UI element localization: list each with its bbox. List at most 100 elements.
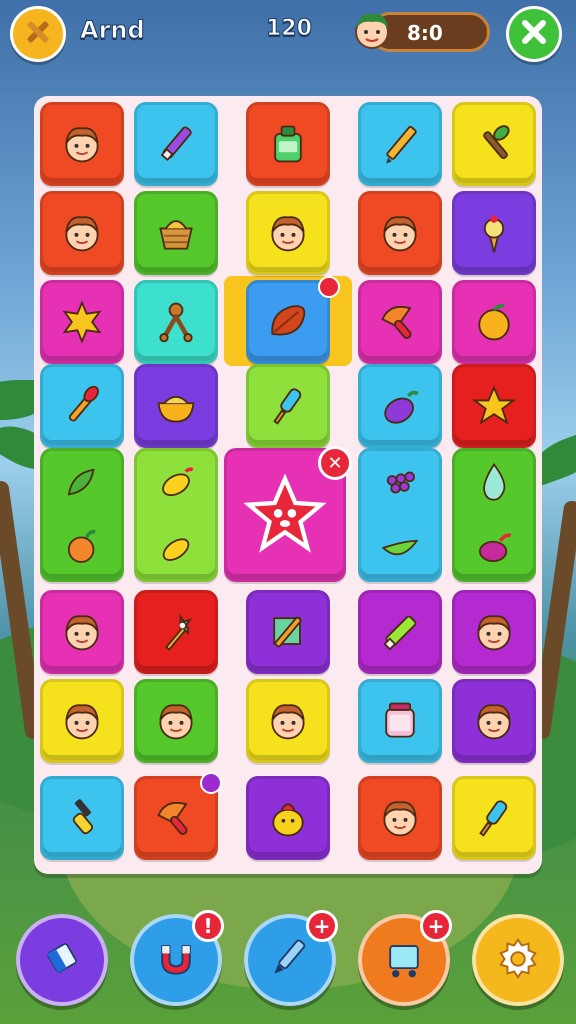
board-tile[interactable] <box>134 191 218 275</box>
face-icon <box>59 210 105 256</box>
glue-tube-icon <box>377 609 423 655</box>
board-tile[interactable] <box>134 102 218 186</box>
remove-badge[interactable]: ✕ <box>318 446 352 480</box>
board-tile[interactable] <box>40 102 124 186</box>
cart-icon <box>381 935 427 985</box>
leaf-icon <box>265 299 311 345</box>
carrot-icon <box>60 525 104 569</box>
top-bar: Arnd 120 8:0 <box>0 0 576 74</box>
board-tile[interactable] <box>452 191 536 275</box>
face-icon <box>471 698 517 744</box>
beet-icon <box>472 525 516 569</box>
face-icon <box>265 210 311 256</box>
add-badge[interactable]: + <box>420 910 452 942</box>
eraser-powerup-button[interactable] <box>16 914 108 1006</box>
pen-powerup-button[interactable]: + <box>244 910 338 1006</box>
notification-dot <box>200 772 222 794</box>
frame-brush-icon <box>265 609 311 655</box>
board-tile[interactable] <box>452 590 536 674</box>
board-tile[interactable] <box>246 776 330 860</box>
face-icon <box>59 609 105 655</box>
board-tile[interactable] <box>358 191 442 275</box>
face-icon <box>59 698 105 744</box>
bowl-icon <box>153 383 199 429</box>
menu-button[interactable] <box>10 6 66 62</box>
jar-icon <box>377 698 423 744</box>
board-tile[interactable] <box>40 364 124 448</box>
peas-icon <box>378 525 422 569</box>
settings-icon <box>494 934 542 986</box>
lemon-icon <box>154 461 198 505</box>
popsicle-icon <box>265 383 311 429</box>
board-tile[interactable] <box>358 364 442 448</box>
pinwheel-icon <box>153 609 199 655</box>
face-icon <box>265 698 311 744</box>
starfish-icon <box>242 472 328 558</box>
settings-button[interactable] <box>472 914 564 1006</box>
drop-icon <box>472 461 516 505</box>
board-tile[interactable] <box>40 448 124 582</box>
notification-dot <box>318 276 340 298</box>
board-tile[interactable] <box>358 679 442 763</box>
score-value: 120 <box>266 16 313 42</box>
board-tile[interactable] <box>452 280 536 364</box>
paint-brush-icon <box>471 121 517 167</box>
board-tile[interactable] <box>40 280 124 364</box>
level-title: Arnd <box>80 16 146 45</box>
grapes-icon <box>378 461 422 505</box>
board-tile[interactable] <box>358 776 442 860</box>
board-tile[interactable] <box>452 102 536 186</box>
eraser-icon <box>41 937 83 983</box>
board-tile[interactable] <box>246 590 330 674</box>
corn-icon <box>154 525 198 569</box>
board-tile[interactable] <box>246 679 330 763</box>
face-icon <box>377 795 423 841</box>
pepper-icon <box>60 461 104 505</box>
board-tile[interactable] <box>246 280 330 364</box>
board-tile[interactable] <box>358 448 442 582</box>
ice-cream-icon <box>471 210 517 256</box>
board-tile[interactable] <box>40 191 124 275</box>
board-tile[interactable] <box>134 448 218 582</box>
board-tile[interactable] <box>246 102 330 186</box>
cart-powerup-button[interactable]: + <box>358 910 452 1006</box>
coin-value: 8:0 <box>407 21 443 45</box>
board-tile[interactable] <box>40 679 124 763</box>
board-tile[interactable] <box>134 679 218 763</box>
pen-icon <box>267 935 313 985</box>
mushroom-icon <box>153 795 199 841</box>
screwdriver-icon <box>59 795 105 841</box>
add-badge[interactable]: + <box>306 910 338 942</box>
board-tile[interactable] <box>134 590 218 674</box>
board-tile[interactable] <box>358 102 442 186</box>
player-avatar[interactable] <box>352 8 392 52</box>
crossed-tools-icon <box>23 17 53 51</box>
face-icon <box>471 609 517 655</box>
orange-icon <box>471 299 517 345</box>
basket-icon <box>153 210 199 256</box>
glue-bottle-icon <box>265 121 311 167</box>
marker-icon <box>153 121 199 167</box>
gingerbread-icon <box>153 299 199 345</box>
face-icon <box>153 698 199 744</box>
board-tile[interactable] <box>452 448 536 582</box>
close-icon <box>521 19 547 49</box>
board-tile[interactable] <box>452 679 536 763</box>
brush-icon <box>59 383 105 429</box>
game-board: ✕ <box>34 96 542 874</box>
face-icon <box>59 121 105 167</box>
board-tile[interactable] <box>452 364 536 448</box>
board-tile[interactable] <box>358 280 442 364</box>
board-tile[interactable] <box>358 590 442 674</box>
add-badge[interactable]: ! <box>192 910 224 942</box>
board-tile[interactable] <box>134 280 218 364</box>
sun-star-icon <box>59 299 105 345</box>
board-tile[interactable] <box>134 364 218 448</box>
board-tile[interactable] <box>452 776 536 860</box>
board-tile[interactable] <box>246 364 330 448</box>
board-tile[interactable] <box>40 776 124 860</box>
magnet-powerup-button[interactable]: ! <box>130 910 224 1006</box>
board-tile[interactable] <box>40 590 124 674</box>
close-button[interactable] <box>506 6 562 62</box>
board-tile[interactable] <box>246 191 330 275</box>
